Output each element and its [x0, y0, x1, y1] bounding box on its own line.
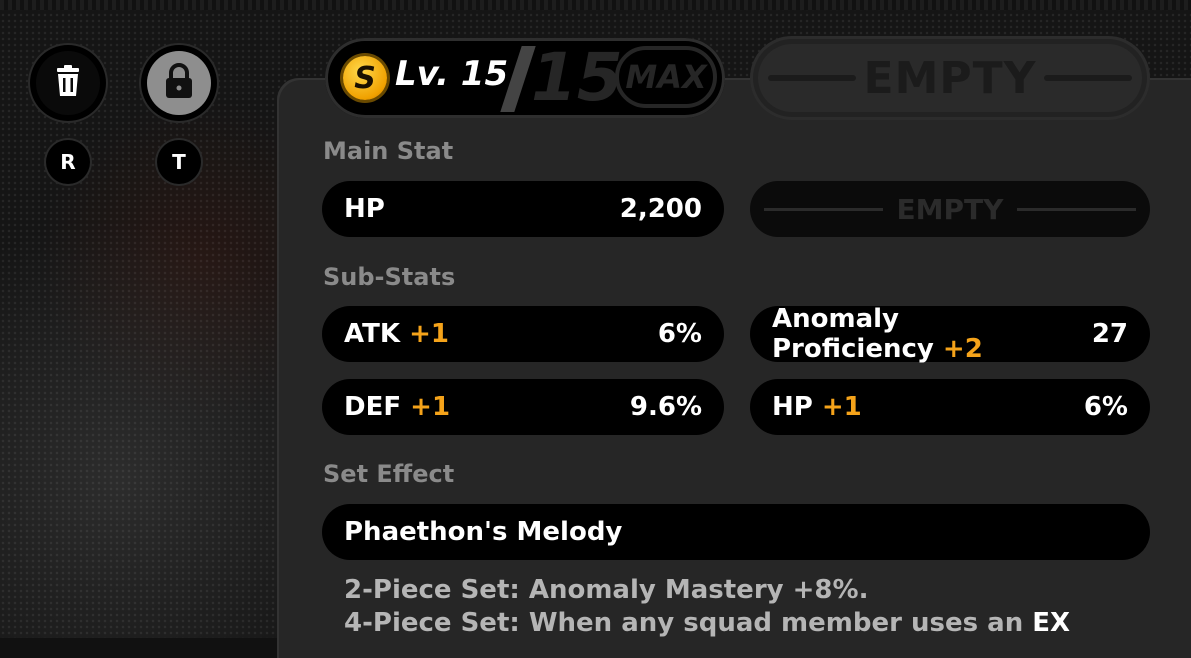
empty-slot-top: EMPTY: [750, 36, 1150, 120]
sub-stat-value: 6%: [1083, 392, 1128, 422]
lock-button[interactable]: [141, 45, 217, 121]
set-effect-description: 2-Piece Set: Anomaly Mastery +8%. 4-Piec…: [344, 574, 1070, 640]
trash-icon: [53, 65, 83, 101]
sub-stat-bonus: +2: [942, 334, 983, 364]
sub-stat-value: 6%: [657, 319, 702, 349]
sub-stat-name-line2: Proficiency: [772, 334, 934, 364]
main-stat-heading: Main Stat: [323, 137, 454, 165]
sub-stats-heading: Sub-Stats: [323, 263, 456, 291]
sub-stat-name: ATK: [344, 319, 400, 349]
sub-stat-atk: ATK +1 6%: [322, 306, 724, 362]
rank-coin-icon: S: [343, 56, 387, 100]
lock-hotkey: T: [157, 140, 201, 184]
empty-line-right: [1044, 75, 1133, 81]
sub-stat-value: 9.6%: [629, 392, 702, 422]
top-strip: [0, 0, 1191, 10]
set-name-pill: Phaethon's Melody: [322, 504, 1150, 560]
set-effect-highlight: EX: [1032, 608, 1071, 638]
empty-line-left: [764, 207, 883, 211]
set-name: Phaethon's Melody: [344, 517, 623, 547]
sub-stat-name: DEF: [344, 392, 402, 422]
level-label: Lv. 15: [395, 54, 509, 94]
sub-stat-bonus: +1: [409, 319, 449, 349]
empty-top-label: EMPTY: [863, 52, 1037, 104]
main-stat-value: 2,200: [619, 194, 702, 224]
set-effect-line-1: 2-Piece Set: Anomaly Mastery +8%.: [344, 575, 869, 605]
sub-stat-name: Anomaly: [772, 304, 899, 334]
sub-stat-bonus: +1: [821, 392, 862, 422]
main-stat-empty-slot: EMPTY: [750, 181, 1150, 237]
delete-hotkey: R: [46, 140, 90, 184]
sub-stat-anomaly-proficiency: Anomaly Proficiency +2 27: [750, 304, 1150, 364]
delete-button[interactable]: [30, 45, 106, 121]
empty-line-right: [1017, 207, 1136, 211]
sub-stat-def: DEF +1 9.6%: [322, 379, 724, 435]
sub-stat-hp: HP +1 6%: [750, 379, 1150, 435]
sub-stat-value: 27: [1091, 319, 1128, 349]
max-level-number: 15: [531, 39, 623, 116]
set-effect-heading: Set Effect: [323, 460, 455, 488]
sub-stat-bonus: +1: [410, 392, 451, 422]
sub-stat-name: HP: [772, 392, 813, 422]
empty-line-left: [767, 75, 856, 81]
level-pill: S Lv. 15 15 MAX: [325, 38, 725, 118]
max-badge: MAX: [615, 46, 717, 108]
main-stat-empty-label: EMPTY: [896, 192, 1004, 226]
lock-icon: [163, 63, 195, 103]
disc-detail-panel: [277, 78, 1191, 658]
main-stat-name: HP: [344, 194, 385, 224]
set-effect-line-2: 4-Piece Set: When any squad member uses …: [344, 608, 1024, 638]
main-stat-pill: HP 2,200: [322, 181, 724, 237]
